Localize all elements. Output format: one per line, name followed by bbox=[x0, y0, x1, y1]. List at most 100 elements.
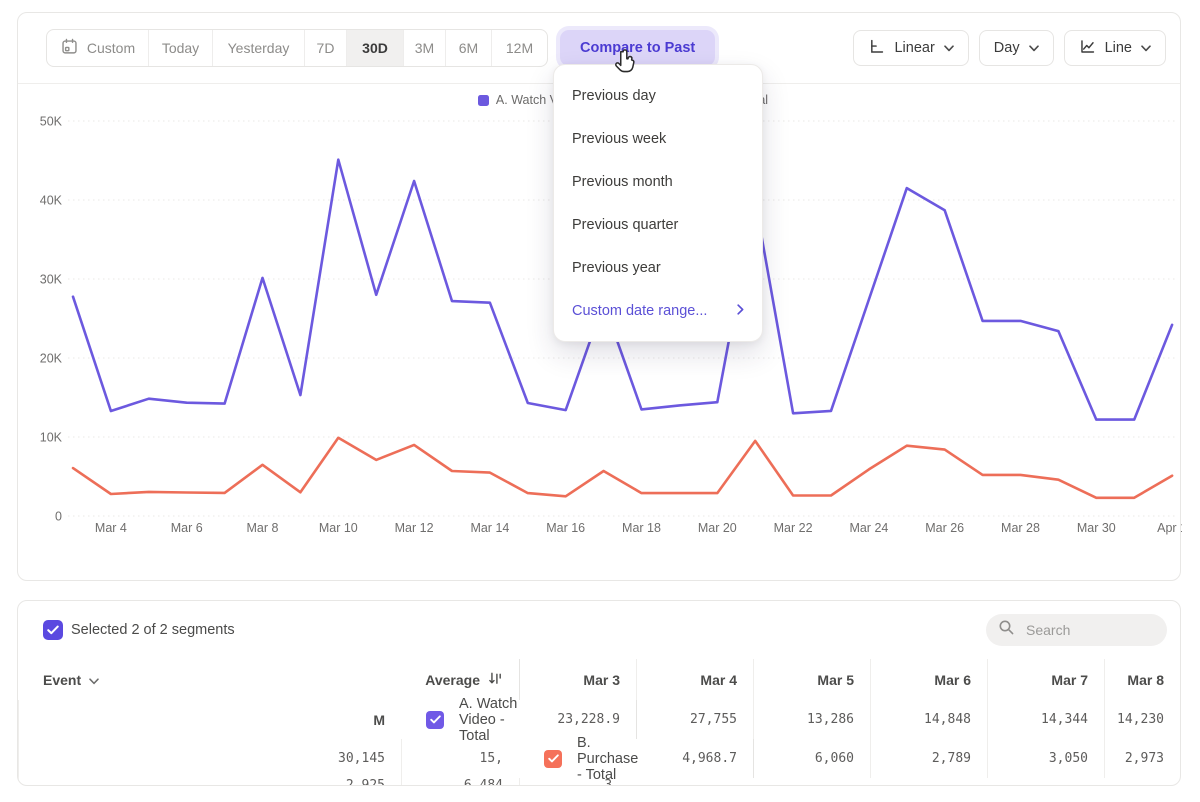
menu-item-label: Previous year bbox=[572, 260, 661, 276]
range-label: Today bbox=[162, 40, 199, 56]
range-label: 3M bbox=[415, 40, 434, 56]
range-3m[interactable]: 3M bbox=[404, 30, 446, 66]
axis-scale-icon bbox=[868, 38, 885, 59]
check-icon bbox=[47, 625, 59, 635]
cell-value: 27,755 bbox=[636, 700, 753, 739]
segment-row[interactable]: B. Purchase - Total bbox=[519, 739, 636, 778]
range-today[interactable]: Today bbox=[149, 30, 213, 66]
scale-dropdown-button[interactable]: Linear bbox=[853, 30, 968, 66]
toolbar-right: Linear Day Line bbox=[853, 30, 1166, 66]
column-header-m: M bbox=[18, 700, 401, 739]
range-label: 12M bbox=[506, 40, 533, 56]
menu-item-custom-date-range[interactable]: Custom date range... bbox=[554, 289, 762, 332]
svg-text:Apr 1: Apr 1 bbox=[1157, 521, 1182, 535]
column-header-label: Mar 3 bbox=[583, 672, 620, 688]
segment-checkbox[interactable] bbox=[426, 711, 444, 729]
selected-segments-label: Selected 2 of 2 segments bbox=[71, 622, 235, 638]
column-header-label: M bbox=[373, 712, 385, 728]
column-header-mar-4: Mar 4 bbox=[636, 659, 753, 700]
svg-text:Mar 18: Mar 18 bbox=[622, 521, 661, 535]
chevron-down-icon bbox=[1141, 40, 1151, 56]
svg-text:50K: 50K bbox=[40, 115, 63, 129]
range-6m[interactable]: 6M bbox=[446, 30, 492, 66]
chevron-down-icon bbox=[944, 40, 954, 56]
segment-row[interactable]: A. Watch Video - Total bbox=[401, 700, 519, 739]
column-header-label: Mar 8 bbox=[1127, 672, 1164, 688]
menu-item-previous-month[interactable]: Previous month bbox=[554, 160, 762, 203]
range-label: 7D bbox=[317, 40, 335, 56]
range-label: Custom bbox=[87, 40, 135, 56]
range-custom[interactable]: Custom bbox=[47, 30, 149, 66]
column-header-label: Mar 6 bbox=[934, 672, 971, 688]
range-label: 6M bbox=[459, 40, 478, 56]
select-all-checkbox[interactable] bbox=[43, 620, 63, 640]
svg-text:Mar 24: Mar 24 bbox=[849, 521, 888, 535]
cell-average: 23,228.9 bbox=[519, 700, 636, 739]
date-range-picker: Custom Today Yesterday 7D 30D 3M 6M 12M bbox=[46, 29, 548, 67]
cell-value: 14,344 bbox=[987, 700, 1104, 739]
range-7d[interactable]: 7D bbox=[305, 30, 347, 66]
cell-value: 3,050 bbox=[987, 739, 1104, 778]
svg-text:Mar 22: Mar 22 bbox=[774, 521, 813, 535]
cell-value: 6,484 bbox=[401, 778, 519, 786]
cell-value: 3, bbox=[519, 778, 636, 786]
svg-text:Mar 6: Mar 6 bbox=[171, 521, 203, 535]
compare-to-past-menu: Previous day Previous week Previous month P… bbox=[553, 64, 763, 342]
chevron-down-icon bbox=[1029, 40, 1039, 56]
menu-item-previous-day[interactable]: Previous day bbox=[554, 74, 762, 117]
column-header-label: Mar 7 bbox=[1051, 672, 1088, 688]
svg-text:20K: 20K bbox=[40, 352, 63, 366]
menu-item-label: Previous day bbox=[572, 88, 656, 104]
menu-item-previous-year[interactable]: Previous year bbox=[554, 246, 762, 289]
granularity-dropdown-button[interactable]: Day bbox=[979, 30, 1054, 66]
segments-table: Event Average Mar 3 Mar 4 Mar 5 Mar 6 Mar 7 Mar… bbox=[18, 659, 1180, 786]
cell-value: 2,789 bbox=[870, 739, 987, 778]
sort-descending-icon bbox=[488, 671, 503, 689]
svg-text:Mar 12: Mar 12 bbox=[395, 521, 434, 535]
svg-text:40K: 40K bbox=[40, 194, 63, 208]
svg-text:10K: 10K bbox=[40, 431, 63, 445]
menu-item-previous-week[interactable]: Previous week bbox=[554, 117, 762, 160]
cell-value: 15, bbox=[401, 739, 519, 778]
search-box[interactable] bbox=[986, 614, 1167, 646]
cell-value: 2,973 bbox=[1104, 739, 1180, 778]
column-header-label: Mar 5 bbox=[817, 672, 854, 688]
menu-item-label: Custom date range... bbox=[572, 303, 707, 319]
column-header-label: Event bbox=[43, 672, 81, 688]
svg-text:Mar 16: Mar 16 bbox=[546, 521, 585, 535]
column-header-event[interactable]: Event bbox=[18, 659, 401, 700]
chevron-down-icon bbox=[89, 672, 99, 688]
svg-text:0: 0 bbox=[55, 510, 62, 524]
column-header-label: Average bbox=[425, 672, 480, 688]
cell-value: 6,060 bbox=[753, 739, 870, 778]
granularity-label: Day bbox=[994, 40, 1020, 56]
svg-text:Mar 8: Mar 8 bbox=[247, 521, 279, 535]
segment-name: B. Purchase - Total bbox=[577, 735, 638, 783]
chart-type-dropdown-button[interactable]: Line bbox=[1064, 30, 1166, 66]
menu-item-label: Previous quarter bbox=[572, 217, 678, 233]
svg-text:Mar 28: Mar 28 bbox=[1001, 521, 1040, 535]
column-header-average[interactable]: Average bbox=[401, 659, 519, 700]
compare-to-past-button[interactable]: Compare to Past bbox=[560, 30, 715, 66]
menu-item-label: Previous week bbox=[572, 131, 666, 147]
svg-text:Mar 10: Mar 10 bbox=[319, 521, 358, 535]
range-12m[interactable]: 12M bbox=[492, 30, 547, 66]
svg-text:30K: 30K bbox=[40, 273, 63, 287]
column-header-mar-7: Mar 7 bbox=[987, 659, 1104, 700]
segments-table-card: Selected 2 of 2 segments Event Average Mar… bbox=[17, 600, 1181, 786]
search-icon bbox=[998, 619, 1015, 641]
cell-value: 2,925 bbox=[18, 778, 401, 786]
segment-name: A. Watch Video - Total bbox=[459, 696, 519, 744]
chart-type-label: Line bbox=[1105, 40, 1132, 56]
cell-value: 14,848 bbox=[870, 700, 987, 739]
segment-checkbox[interactable] bbox=[544, 750, 562, 768]
search-input[interactable] bbox=[1024, 621, 1158, 639]
calendar-icon bbox=[60, 37, 79, 59]
menu-item-previous-quarter[interactable]: Previous quarter bbox=[554, 203, 762, 246]
column-header-mar-8: Mar 8 bbox=[1104, 659, 1180, 700]
chevron-right-icon bbox=[737, 303, 744, 319]
range-30d[interactable]: 30D bbox=[347, 30, 404, 66]
range-yesterday[interactable]: Yesterday bbox=[213, 30, 305, 66]
svg-text:Mar 20: Mar 20 bbox=[698, 521, 737, 535]
svg-text:Mar 4: Mar 4 bbox=[95, 521, 127, 535]
